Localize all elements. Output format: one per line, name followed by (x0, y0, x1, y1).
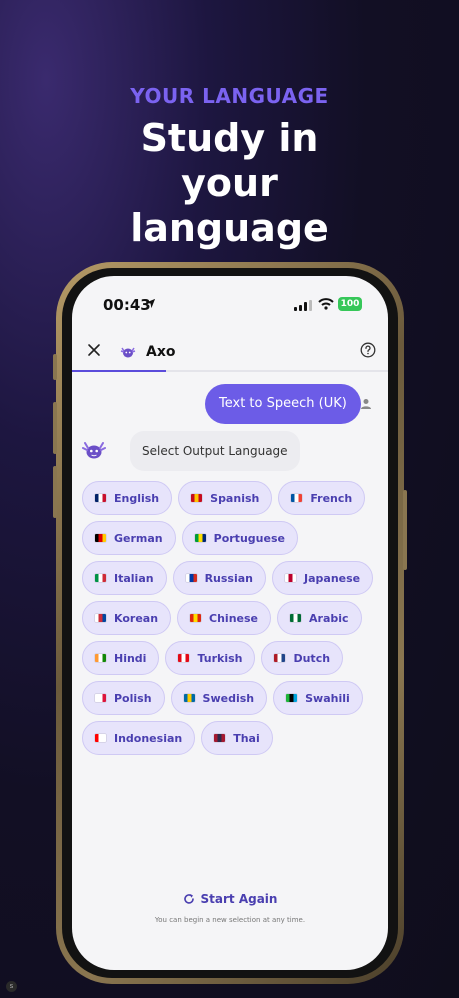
wifi-icon (318, 298, 334, 310)
polish-flag-icon (95, 694, 106, 702)
french-flag-icon (291, 494, 303, 502)
arabic-flag-icon (290, 614, 302, 622)
silent-switch (53, 354, 57, 380)
status-time: 00:43 (103, 296, 151, 314)
language-chip-chinese[interactable]: Chinese (177, 601, 272, 635)
language-chip-italian[interactable]: Italian (82, 561, 167, 595)
language-chip-label: Russian (204, 571, 253, 585)
language-chip-english[interactable]: English (82, 481, 173, 515)
language-row: English Spanish French (82, 481, 382, 515)
language-chip-label: Portuguese (213, 531, 285, 545)
language-chip-arabic[interactable]: Arabic (277, 601, 362, 635)
axolotl-avatar-icon (120, 347, 136, 358)
language-chip-label: Swahili (305, 691, 350, 705)
language-chip-korean[interactable]: Korean (82, 601, 172, 635)
language-chip-russian[interactable]: Russian (172, 561, 266, 595)
start-again-hint: You can begin a new selection at any tim… (154, 916, 306, 924)
german-flag-icon (95, 534, 106, 542)
battery-indicator: 100 (338, 297, 362, 311)
bot-name: Axo (146, 344, 176, 360)
header-progress-line (72, 370, 388, 372)
help-icon[interactable] (360, 342, 376, 358)
language-chip-label: Italian (114, 571, 154, 585)
language-chip-portuguese[interactable]: Portuguese (181, 521, 298, 555)
language-chip-label: French (310, 491, 353, 505)
user-icon (361, 399, 371, 409)
turkish-flag-icon (178, 654, 190, 662)
language-chip-dutch[interactable]: Dutch (261, 641, 344, 675)
start-again-button[interactable]: Start Again (72, 892, 388, 906)
language-chip-label: Chinese (209, 611, 259, 625)
language-chip-label: Japanese (304, 571, 361, 585)
indonesian-flag-icon (95, 734, 106, 742)
language-chip-label: English (114, 491, 160, 505)
japanese-flag-icon (285, 574, 296, 582)
language-chip-label: Turkish (197, 651, 243, 665)
language-chip-thai[interactable]: Thai (201, 721, 273, 755)
swedish-flag-icon (183, 694, 195, 702)
swahili-flag-icon (286, 694, 298, 702)
language-chip-label: Polish (114, 691, 152, 705)
russian-flag-icon (185, 574, 197, 582)
korean-flag-icon (95, 614, 106, 622)
status-bar: 00:43 100 (72, 294, 388, 318)
language-chip-label: Swedish (202, 691, 255, 705)
cellular-signal-icon (294, 300, 312, 311)
language-chip-swahili[interactable]: Swahili (273, 681, 363, 715)
location-arrow-icon (145, 298, 156, 309)
axolotl-bot-avatar-icon (82, 442, 106, 459)
eyebrow-title: YOUR LANGUAGE (130, 84, 329, 108)
language-chip-label: Dutch (293, 651, 331, 665)
language-row: Polish Swedish Swahili (82, 681, 382, 715)
italian-flag-icon (95, 574, 106, 582)
language-chip-label: Korean (114, 611, 159, 625)
phone-frame: 00:43 100 Axo Text to Speech (UK) Select… (53, 262, 407, 984)
portuguese-flag-icon (194, 534, 206, 542)
language-chip-japanese[interactable]: Japanese (272, 561, 374, 595)
corner-badge: s (6, 981, 17, 992)
language-options: English Spanish French German Portuguese Ital… (82, 481, 382, 761)
language-chip-label: Thai (233, 731, 260, 745)
language-chip-german[interactable]: German (82, 521, 176, 555)
language-chip-turkish[interactable]: Turkish (165, 641, 256, 675)
language-chip-swedish[interactable]: Swedish (170, 681, 268, 715)
language-chip-label: German (114, 531, 163, 545)
language-row: German Portuguese (82, 521, 382, 555)
hindi-flag-icon (95, 654, 106, 662)
chinese-flag-icon (190, 614, 202, 622)
language-chip-label: Spanish (210, 491, 260, 505)
language-chip-label: Hindi (114, 651, 147, 665)
user-message-bubble: Text to Speech (UK) (205, 384, 361, 424)
power-button (403, 490, 407, 570)
restart-icon (183, 894, 194, 904)
chat-header: Axo (72, 340, 388, 370)
language-row: Italian Russian Japanese (82, 561, 382, 595)
language-row: Hindi Turkish Dutch (82, 641, 382, 675)
language-chip-hindi[interactable]: Hindi (82, 641, 160, 675)
headline: Study in your language (130, 116, 329, 250)
close-icon[interactable] (86, 342, 102, 358)
language-chip-spanish[interactable]: Spanish (178, 481, 273, 515)
volume-up-button (53, 402, 57, 454)
language-chip-label: Indonesian (114, 731, 183, 745)
dutch-flag-icon (274, 654, 286, 662)
start-again-label: Start Again (200, 892, 278, 906)
language-chip-french[interactable]: French (278, 481, 366, 515)
thai-flag-icon (214, 734, 226, 742)
bot-message-bubble: Select Output Language (130, 431, 300, 471)
language-row: Korean Chinese Arabic (82, 601, 382, 635)
language-chip-indonesian[interactable]: Indonesian (82, 721, 196, 755)
volume-down-button (53, 466, 57, 518)
language-chip-polish[interactable]: Polish (82, 681, 165, 715)
language-chip-label: Arabic (309, 611, 349, 625)
app-screen: 00:43 100 Axo Text to Speech (UK) Select… (72, 276, 388, 970)
language-row: Indonesian Thai (82, 721, 382, 755)
english-flag-icon (95, 494, 106, 502)
spanish-flag-icon (191, 494, 203, 502)
